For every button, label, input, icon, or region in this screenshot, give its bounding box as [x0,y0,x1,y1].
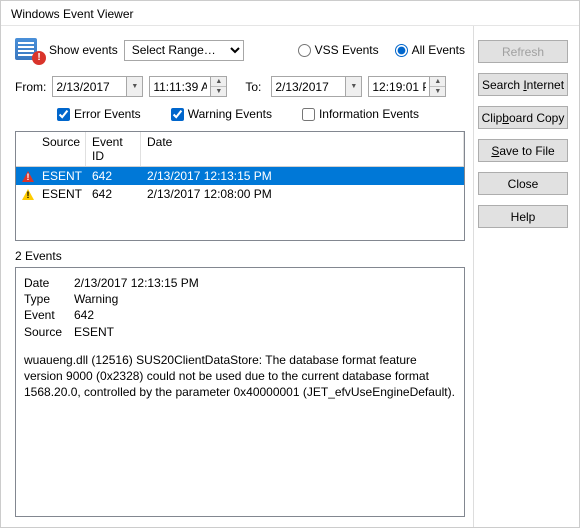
chevron-up-icon[interactable]: ▲ [430,77,445,87]
detail-date-key: Date [24,275,74,291]
button-sidebar: Refresh Search Internet Clipboard Copy S… [473,26,579,527]
detail-event-value: 642 [74,307,94,323]
detail-source-key: Source [24,324,74,340]
to-date-dropdown[interactable]: ▼ [346,76,362,97]
range-select[interactable]: Select Range… [124,40,244,61]
to-date-field[interactable]: ▼ [271,76,362,97]
row-date: 2/13/2017 12:08:00 PM [141,186,464,202]
to-time-spinner[interactable]: ▲▼ [430,76,446,97]
chevron-up-icon[interactable]: ▲ [211,77,226,87]
all-events-radio[interactable]: All Events [395,43,465,57]
events-list: Source Event ID Date ESENT 642 2/13/2017… [15,131,465,241]
error-events-label: Error Events [74,107,141,121]
close-button[interactable]: Close [478,172,568,195]
vss-events-radio-input[interactable] [298,44,311,57]
from-time-spinner[interactable]: ▲▼ [211,76,227,97]
warning-icon [22,171,34,182]
table-row[interactable]: ESENT 642 2/13/2017 12:08:00 PM [16,185,464,203]
chevron-down-icon: ▼ [346,77,361,96]
filter-row: Error Events Warning Events Information … [15,107,465,121]
from-time-field[interactable]: ▲▼ [149,76,227,97]
row-source: ESENT [36,186,86,202]
row-event-id: 642 [86,168,141,184]
to-label: To: [245,80,261,94]
error-events-checkbox[interactable]: Error Events [57,107,141,121]
detail-source-value: ESENT [74,324,114,340]
all-events-label: All Events [412,43,465,57]
main-panel: ! Show events Select Range… VSS Events A… [1,26,473,527]
clipboard-copy-button[interactable]: Clipboard Copy [478,106,568,129]
warning-icon [22,189,34,200]
chevron-down-icon[interactable]: ▼ [430,87,445,96]
row-source: ESENT [36,168,86,184]
information-events-label: Information Events [319,107,419,121]
event-count: 2 Events [15,249,465,263]
row-event-id: 642 [86,186,141,202]
refresh-button[interactable]: Refresh [478,40,568,63]
event-detail: Date2/13/2017 12:13:15 PM TypeWarning Ev… [15,267,465,517]
help-button[interactable]: Help [478,205,568,228]
vss-events-label: VSS Events [315,43,379,57]
toolbar-row: ! Show events Select Range… VSS Events A… [15,38,465,62]
to-time-field[interactable]: ▲▼ [368,76,446,97]
events-list-body: ESENT 642 2/13/2017 12:13:15 PM ESENT 64… [16,167,464,240]
warning-events-label: Warning Events [188,107,272,121]
save-to-file-button[interactable]: Save to File [478,139,568,162]
vss-events-radio[interactable]: VSS Events [298,43,379,57]
detail-type-key: Type [24,291,74,307]
detail-date-value: 2/13/2017 12:13:15 PM [74,275,199,291]
from-label: From: [15,80,46,94]
show-events-label: Show events [49,43,118,57]
warning-events-checkbox-input[interactable] [171,108,184,121]
to-date-input[interactable] [271,76,346,97]
col-date[interactable]: Date [141,132,464,166]
event-viewer-window: Windows Event Viewer ! Show events Selec… [0,0,580,528]
to-time-input[interactable] [368,76,430,97]
detail-type-value: Warning [74,291,118,307]
error-events-checkbox-input[interactable] [57,108,70,121]
content-area: ! Show events Select Range… VSS Events A… [1,26,579,527]
col-source[interactable]: Source [36,132,86,166]
from-time-input[interactable] [149,76,211,97]
events-list-header: Source Event ID Date [16,132,464,167]
col-event-id[interactable]: Event ID [86,132,141,166]
window-title: Windows Event Viewer [1,1,579,26]
detail-message: wuaueng.dll (12516) SUS20ClientDataStore… [24,352,456,401]
detail-event-key: Event [24,307,74,323]
from-date-input[interactable] [52,76,127,97]
warning-events-checkbox[interactable]: Warning Events [171,107,272,121]
from-date-field[interactable]: ▼ [52,76,143,97]
table-row[interactable]: ESENT 642 2/13/2017 12:13:15 PM [16,167,464,185]
from-date-dropdown[interactable]: ▼ [127,76,143,97]
all-events-radio-input[interactable] [395,44,408,57]
daterange-row: From: ▼ ▲▼ To: ▼ ▲▼ [15,76,465,97]
row-date: 2/13/2017 12:13:15 PM [141,168,464,184]
information-events-checkbox-input[interactable] [302,108,315,121]
events-icon: ! [15,38,43,62]
chevron-down-icon: ▼ [127,77,142,96]
chevron-down-icon[interactable]: ▼ [211,87,226,96]
search-internet-button[interactable]: Search Internet [478,73,568,96]
information-events-checkbox[interactable]: Information Events [302,107,419,121]
